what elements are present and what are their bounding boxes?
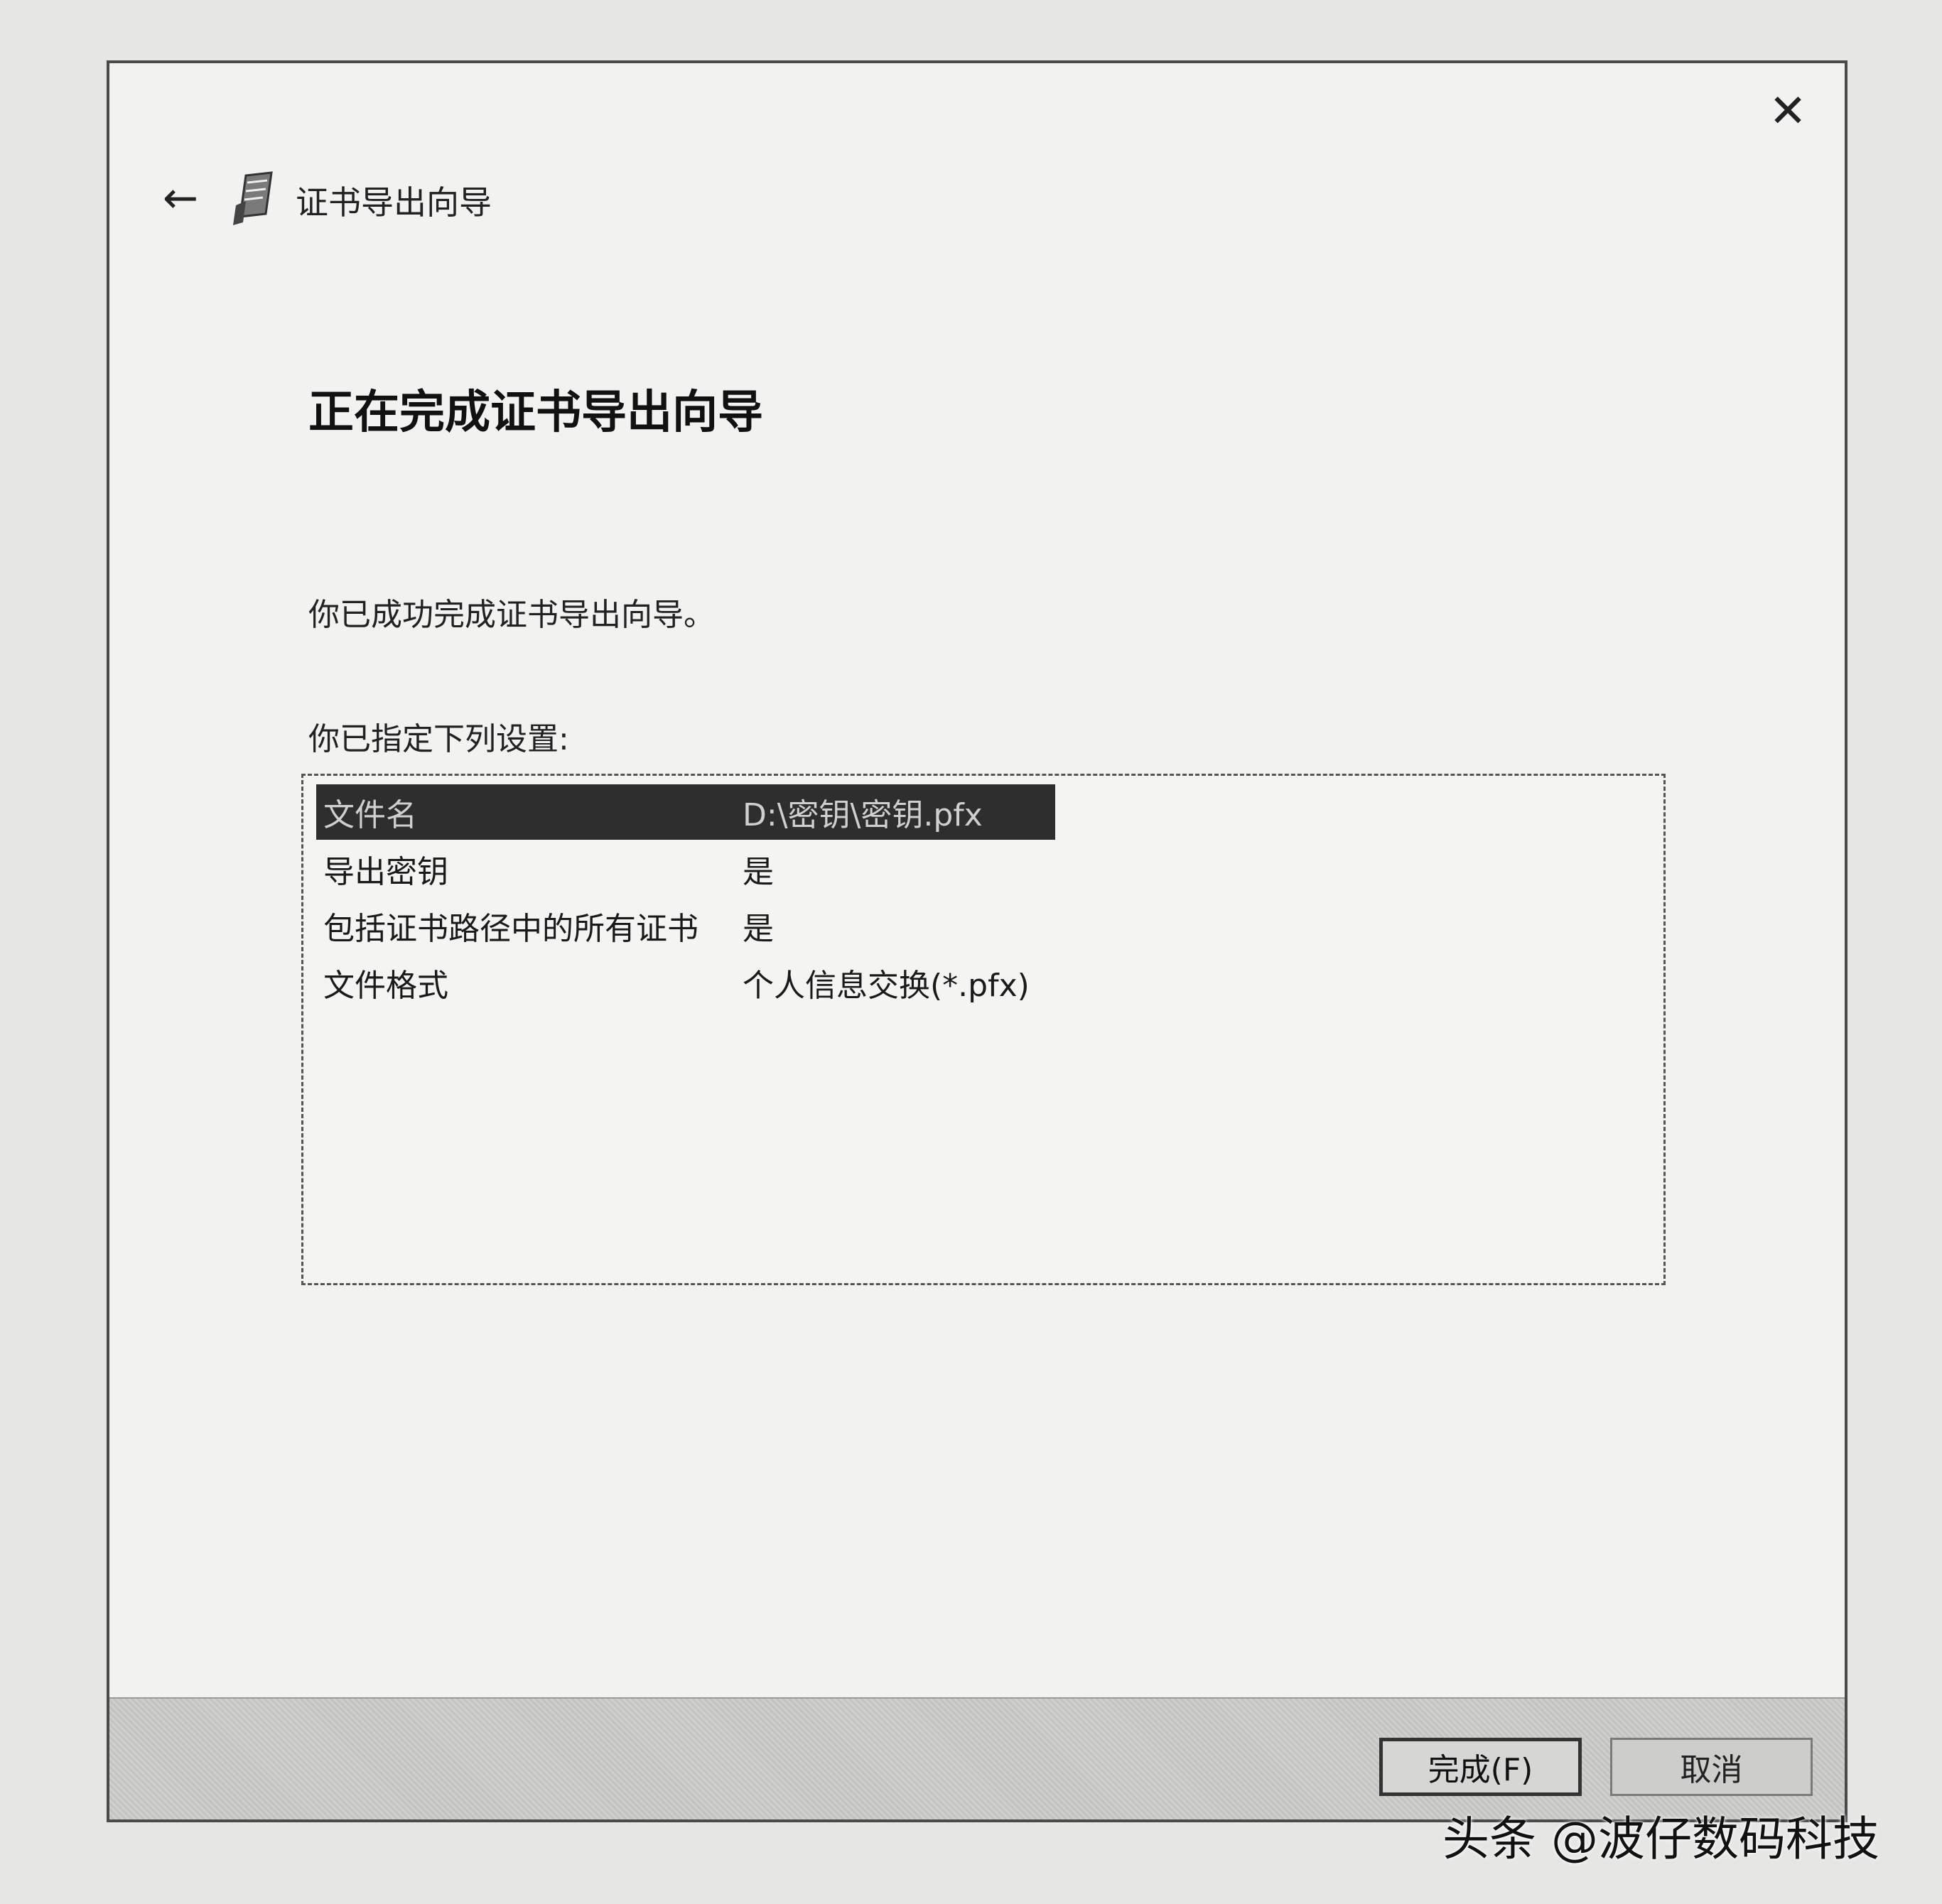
- settings-row-file-name[interactable]: 文件名 D:\密钥\密钥.pfx: [316, 784, 1055, 840]
- back-arrow-icon[interactable]: ←: [152, 170, 209, 227]
- setting-key: 导出密钥: [323, 854, 448, 890]
- setting-value: 个人信息交换(*.pfx): [743, 968, 1030, 1004]
- setting-key: 包括证书路径中的所有证书: [323, 911, 698, 947]
- settings-label: 你已指定下列设置:: [308, 721, 569, 757]
- setting-key: 文件名: [323, 797, 417, 833]
- certificate-wizard-icon: [233, 171, 273, 225]
- setting-value: D:\密钥\密钥.pfx: [743, 797, 983, 833]
- window-title: 证书导出向导: [296, 183, 492, 222]
- settings-row-include-chain[interactable]: 包括证书路径中的所有证书 是: [316, 898, 1055, 953]
- setting-value: 是: [743, 911, 774, 947]
- certificate-export-dialog: ✕ ← 证书导出向导 正在完成证书导出向导 你已成功完成证书导出向导。 你已指定…: [107, 60, 1847, 1822]
- finish-button[interactable]: 完成(F): [1379, 1738, 1582, 1796]
- settings-row-export-key[interactable]: 导出密钥 是: [316, 841, 1055, 897]
- setting-key: 文件格式: [323, 968, 448, 1004]
- success-message: 你已成功完成证书导出向导。: [308, 597, 715, 633]
- settings-row-file-format[interactable]: 文件格式 个人信息交换(*.pfx): [316, 955, 1055, 1010]
- cancel-button[interactable]: 取消: [1610, 1738, 1813, 1796]
- settings-list[interactable]: 文件名 D:\密钥\密钥.pfx 导出密钥 是 包括证书路径中的所有证书 是 文…: [301, 774, 1666, 1285]
- close-icon[interactable]: ✕: [1759, 83, 1816, 140]
- page-heading: 正在完成证书导出向导: [308, 386, 763, 439]
- watermark: 头条 @波仔数码科技: [1442, 1812, 1879, 1866]
- setting-value: 是: [743, 854, 774, 890]
